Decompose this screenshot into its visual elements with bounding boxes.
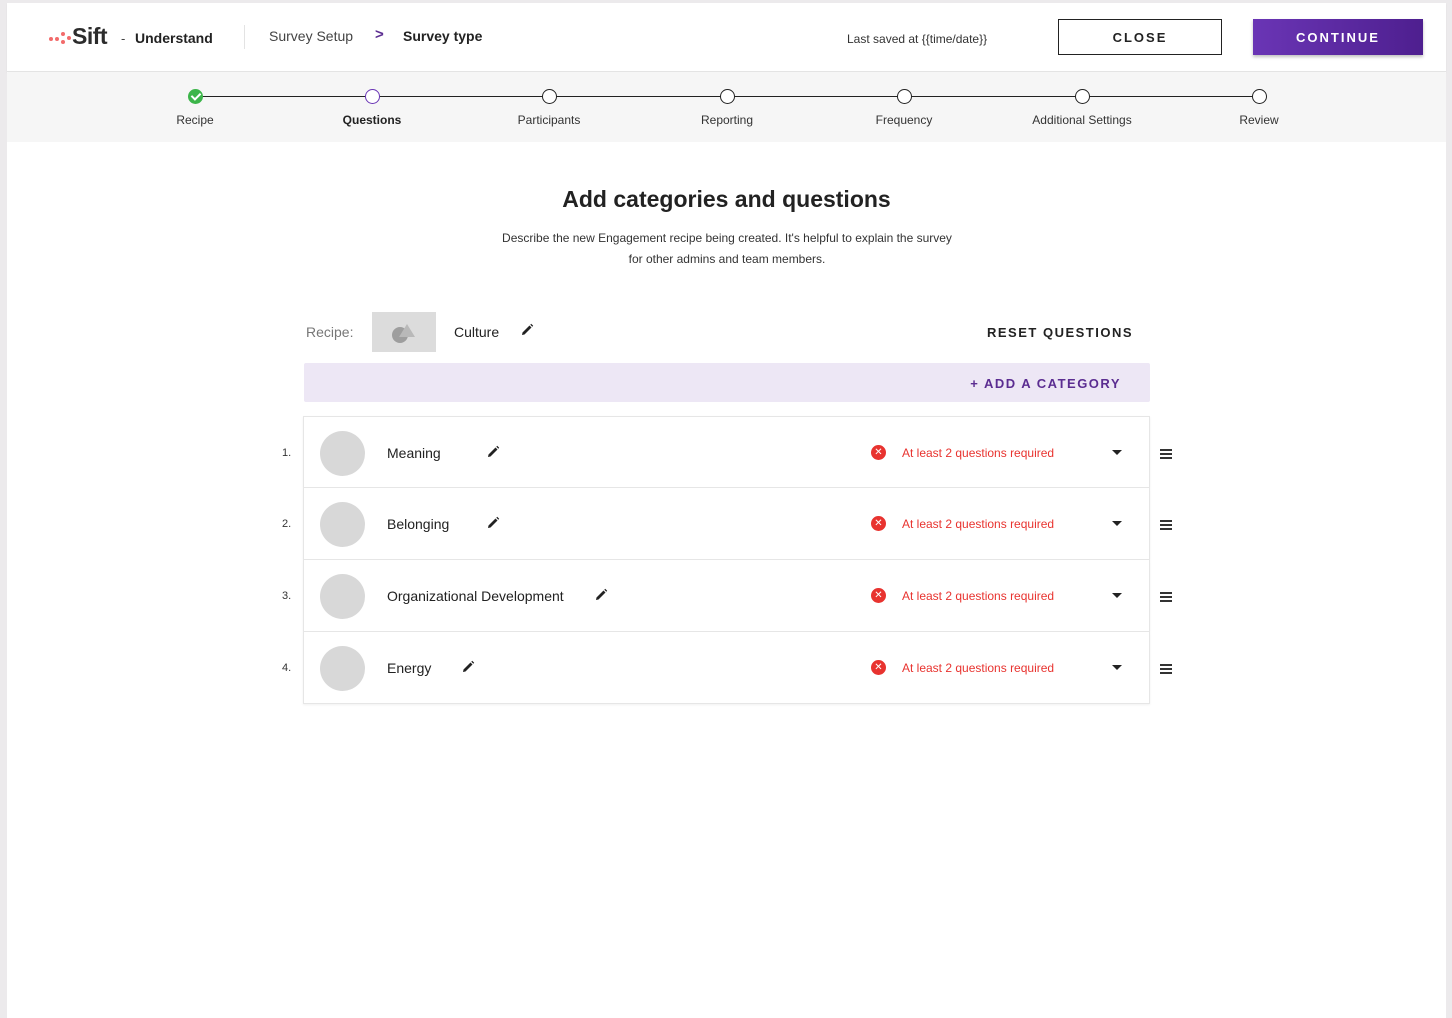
- step-circle-icon: [1074, 89, 1090, 104]
- category-number: 3.: [282, 590, 292, 602]
- category-avatar: [320, 431, 365, 476]
- logo-dots-icon: [48, 29, 72, 45]
- category-row[interactable]: 3. Organizational Development ✕ At least…: [282, 560, 1172, 632]
- step-recipe[interactable]: Recipe: [125, 89, 265, 127]
- shapes-placeholder-icon: [392, 324, 415, 343]
- category-error: At least 2 questions required: [902, 661, 1055, 675]
- expand-caret-icon[interactable]: [1112, 593, 1122, 598]
- progress-stepper: Recipe Questions Participants Reporting …: [7, 73, 1446, 142]
- edit-category-pencil-icon[interactable]: [486, 445, 500, 464]
- recipe-label: Recipe:: [306, 324, 354, 340]
- edit-category-pencil-icon[interactable]: [594, 588, 608, 607]
- page: Sift - Understand Survey Setup > Survey …: [7, 3, 1446, 1018]
- expand-caret-icon[interactable]: [1112, 665, 1122, 670]
- category-number: 4.: [282, 662, 292, 674]
- category-avatar: [320, 646, 365, 691]
- step-frequency[interactable]: Frequency: [834, 89, 974, 127]
- category-number: 1.: [282, 447, 292, 459]
- add-category-button[interactable]: + ADD A CATEGORY: [970, 376, 1121, 391]
- page-description: Describe the new Engagement recipe being…: [502, 231, 952, 266]
- logo-separator: -: [121, 31, 126, 46]
- step-label: Additional Settings: [1032, 113, 1132, 127]
- step-circle-icon: [896, 89, 912, 104]
- category-list: 1. Meaning ✕ At least 2 questions requir…: [282, 416, 1172, 704]
- edit-category-pencil-icon[interactable]: [461, 660, 475, 679]
- close-button[interactable]: CLOSE: [1058, 19, 1222, 55]
- step-label: Frequency: [875, 113, 933, 127]
- category-number: 2.: [282, 518, 292, 530]
- logo-wordmark: Sift: [72, 23, 108, 49]
- step-review[interactable]: Review: [1189, 89, 1329, 127]
- category-row[interactable]: 2. Belonging ✕ At least 2 questions requ…: [282, 488, 1172, 560]
- expand-caret-icon[interactable]: [1112, 450, 1122, 455]
- error-x-icon: ✕: [871, 660, 886, 675]
- step-label: Questions: [342, 113, 402, 127]
- category-name: Organizational Development: [387, 588, 564, 604]
- category-avatar: [320, 574, 365, 619]
- category-error: At least 2 questions required: [902, 517, 1055, 531]
- breadcrumb-chevron-icon: >: [375, 26, 384, 43]
- sift-logo[interactable]: Sift: [48, 23, 108, 50]
- step-reporting[interactable]: Reporting: [657, 89, 797, 127]
- drag-handle-icon[interactable]: [1160, 449, 1172, 461]
- step-circle-icon: [541, 89, 557, 104]
- category-avatar: [320, 502, 365, 547]
- drag-handle-icon[interactable]: [1160, 664, 1172, 676]
- category-row[interactable]: 1. Meaning ✕ At least 2 questions requir…: [282, 416, 1172, 488]
- app-name: Understand: [135, 30, 213, 46]
- step-additional-settings[interactable]: Additional Settings: [1012, 89, 1152, 127]
- step-questions[interactable]: Questions: [302, 89, 442, 127]
- category-error: At least 2 questions required: [902, 589, 1055, 603]
- drag-handle-icon[interactable]: [1160, 592, 1172, 604]
- error-x-icon: ✕: [871, 516, 886, 531]
- breadcrumb-survey-type: Survey type: [403, 28, 483, 44]
- category-row[interactable]: 4. Energy ✕ At least 2 questions require…: [282, 632, 1172, 704]
- step-label: Reporting: [700, 113, 754, 127]
- top-header: Sift - Understand Survey Setup > Survey …: [7, 3, 1446, 72]
- edit-recipe-pencil-icon[interactable]: [520, 323, 534, 342]
- add-category-bar: + ADD A CATEGORY: [304, 363, 1150, 402]
- last-saved-status: Last saved at {{time/date}}: [847, 32, 988, 46]
- category-name: Belonging: [387, 516, 450, 532]
- step-label: Review: [1239, 113, 1279, 127]
- step-label: Participants: [517, 113, 581, 127]
- step-complete-check-icon: [187, 89, 203, 104]
- step-circle-icon: [719, 89, 735, 104]
- expand-caret-icon[interactable]: [1112, 521, 1122, 526]
- page-title: Add categories and questions: [562, 186, 891, 212]
- step-active-circle-icon: [364, 89, 380, 104]
- header-divider: [244, 25, 245, 49]
- category-name: Meaning: [387, 445, 441, 461]
- reset-questions-button[interactable]: RESET QUESTIONS: [987, 325, 1133, 340]
- step-circle-icon: [1251, 89, 1267, 104]
- edit-category-pencil-icon[interactable]: [486, 516, 500, 535]
- drag-handle-icon[interactable]: [1160, 520, 1172, 532]
- step-label: Recipe: [176, 113, 214, 127]
- error-x-icon: ✕: [871, 445, 886, 460]
- recipe-thumbnail: [372, 312, 436, 352]
- recipe-name: Culture: [454, 324, 500, 340]
- breadcrumb-survey-setup[interactable]: Survey Setup: [269, 28, 353, 44]
- continue-button[interactable]: CONTINUE: [1253, 19, 1423, 55]
- error-x-icon: ✕: [871, 588, 886, 603]
- category-name: Energy: [387, 660, 432, 676]
- category-error: At least 2 questions required: [902, 446, 1055, 460]
- step-participants[interactable]: Participants: [479, 89, 619, 127]
